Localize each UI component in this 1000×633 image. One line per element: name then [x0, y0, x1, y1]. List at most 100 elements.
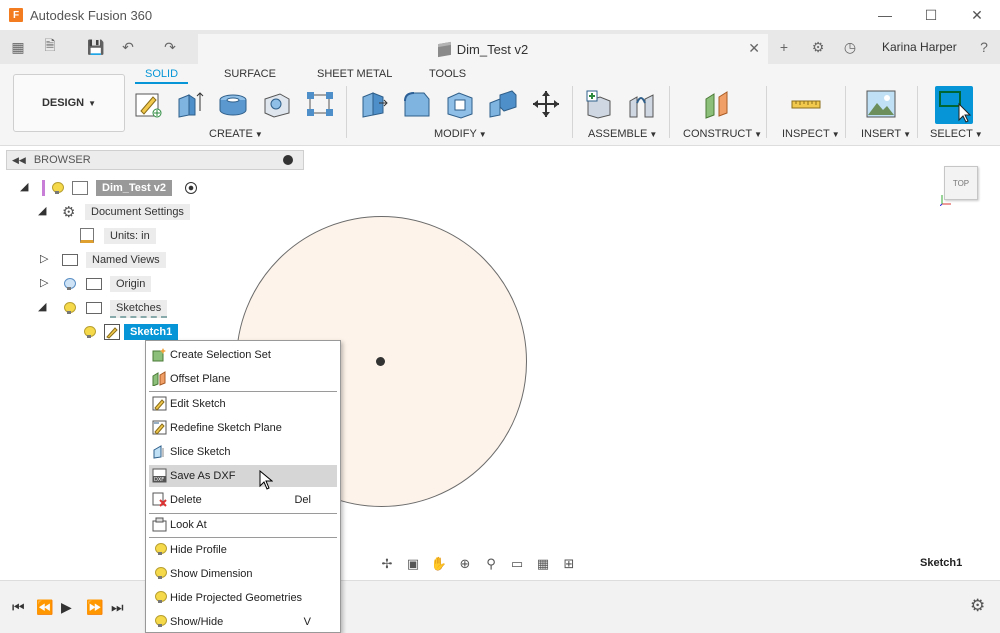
menu-item-show-dimension[interactable]: Show Dimension [149, 563, 337, 585]
hole-icon[interactable] [262, 89, 292, 119]
visibility-bulb-off-icon[interactable] [64, 278, 76, 290]
menu-item-offset-plane[interactable]: Offset Plane [149, 368, 337, 390]
insert-menu-label: INSERT [861, 128, 902, 140]
new-component-icon[interactable] [584, 89, 614, 119]
active-sketch-label: Sketch1 [920, 557, 963, 569]
user-account-name[interactable]: Karina Harper [882, 40, 957, 54]
tab-solid[interactable]: SOLID [135, 66, 189, 84]
menu-item-hide-projected-geometries[interactable]: Hide Projected Geometries [149, 587, 337, 609]
file-menu-icon[interactable]: 🗎 [40, 37, 60, 57]
circle-center-point[interactable] [376, 357, 385, 366]
create-menu[interactable]: CREATE ▼ [209, 128, 263, 140]
tree-node-root[interactable]: ◢ Dim_Test v2 [20, 178, 210, 198]
extensions-icon[interactable]: ⚙ [808, 37, 828, 57]
maximize-icon[interactable]: ☐ [908, 0, 954, 30]
visibility-bulb-icon[interactable] [64, 302, 76, 314]
menu-item-hide-profile[interactable]: Hide Profile [149, 539, 337, 561]
modify-menu[interactable]: MODIFY ▼ [434, 128, 487, 140]
job-status-clock-icon[interactable]: ◷ [840, 37, 860, 57]
pattern-icon[interactable] [305, 89, 335, 119]
viewports-icon[interactable]: ⊞ [560, 556, 578, 572]
revolve-icon[interactable] [218, 89, 248, 119]
menu-item-label: Edit Sketch [170, 398, 226, 410]
fillet-icon[interactable] [402, 89, 432, 119]
fit-icon[interactable]: ⚲ [482, 556, 500, 572]
folder-icon [86, 302, 102, 314]
delete-icon [152, 492, 167, 507]
play-icon[interactable]: ▶ [61, 599, 72, 616]
help-icon[interactable]: ? [974, 37, 994, 57]
tree-node-sketch1[interactable]: Sketch1 [80, 322, 190, 342]
inspect-menu[interactable]: INSPECT ▼ [782, 128, 840, 140]
slice-sketch-icon [153, 445, 164, 459]
triangle-collapsed-icon[interactable]: ▷ [40, 276, 48, 289]
new-tab-plus-icon[interactable]: + [774, 37, 794, 57]
insert-image-icon[interactable] [866, 89, 896, 119]
ribbon-divider [572, 86, 573, 138]
look-at-icon[interactable]: ▣ [404, 556, 422, 572]
menu-item-create-selection-set[interactable]: Create Selection Set [149, 344, 337, 366]
assemble-menu[interactable]: ASSEMBLE ▼ [588, 128, 657, 140]
tab-tools[interactable]: TOOLS [429, 66, 466, 84]
save-icon[interactable]: 💾 [86, 37, 106, 57]
tree-node-units-label: Units: in [104, 228, 156, 244]
collapse-browser-icon[interactable]: ◀◀ [12, 155, 26, 166]
create-menu-label: CREATE [209, 128, 253, 140]
select-menu[interactable]: SELECT ▼ [930, 128, 983, 140]
data-panel-grid-icon[interactable]: ▦ [8, 37, 28, 57]
tree-node-sketches[interactable]: ◢ Sketches [38, 298, 178, 318]
menu-item-redefine-sketch-plane[interactable]: Redefine Sketch Plane [149, 417, 337, 439]
close-tab-icon[interactable]: ✕ [748, 40, 760, 57]
orbit-icon[interactable]: ✢ [378, 556, 396, 572]
timeline-settings-gear-icon[interactable]: ⚙ [970, 596, 985, 616]
tab-sheet-metal[interactable]: SHEET METAL [317, 66, 392, 84]
tree-node-units[interactable]: Units: in [78, 226, 168, 246]
construct-menu[interactable]: CONSTRUCT ▼ [683, 128, 762, 140]
display-settings-icon[interactable]: ▭ [508, 556, 526, 572]
activate-component-radio-icon[interactable] [185, 182, 197, 194]
grid-snaps-icon[interactable]: ▦ [534, 556, 552, 572]
offset-plane-icon[interactable] [703, 89, 733, 119]
shell-icon[interactable] [445, 89, 475, 119]
tree-node-named-views[interactable]: ▷ Named Views [38, 250, 178, 270]
create-sketch-icon[interactable] [133, 89, 163, 119]
combine-icon[interactable] [488, 89, 518, 119]
redo-icon[interactable]: ↷ [160, 37, 180, 57]
bulb-icon [155, 543, 167, 555]
joint-icon[interactable] [627, 89, 657, 119]
triangle-expanded-icon[interactable]: ◢ [38, 300, 46, 313]
minimize-browser-icon[interactable] [283, 155, 293, 165]
move-copy-icon[interactable] [531, 89, 561, 119]
title-bar: F Autodesk Fusion 360 — ☐ ✕ [0, 0, 1000, 30]
tree-node-document-settings[interactable]: ◢ ⚙ Document Settings [38, 202, 198, 222]
menu-item-save-as-dxf[interactable]: DXF Save As DXF [149, 465, 337, 487]
select-tool[interactable] [935, 86, 973, 124]
triangle-expanded-icon[interactable]: ◢ [38, 204, 46, 217]
minimize-icon[interactable]: — [862, 0, 908, 30]
visibility-bulb-icon[interactable] [52, 182, 64, 194]
step-forward-icon[interactable]: ⏩ [86, 599, 103, 616]
go-to-start-icon[interactable]: ⏮ [12, 599, 25, 616]
undo-icon[interactable]: ↶ [118, 37, 138, 57]
menu-item-slice-sketch[interactable]: Slice Sketch [149, 441, 337, 463]
workspace-switcher-button[interactable]: DESIGN ▼ [13, 74, 125, 132]
press-pull-icon[interactable] [359, 89, 389, 119]
menu-item-look-at[interactable]: Look At [149, 514, 337, 536]
triangle-collapsed-icon[interactable]: ▷ [40, 252, 48, 265]
extrude-icon[interactable] [175, 89, 205, 119]
tree-node-origin[interactable]: ▷ Origin [38, 274, 158, 294]
step-back-icon[interactable]: ⏪ [36, 599, 53, 616]
menu-item-edit-sketch[interactable]: Edit Sketch [149, 393, 337, 415]
document-tab[interactable]: Dim_Test v2 ✕ [198, 34, 768, 64]
zoom-icon[interactable]: ⊕ [456, 556, 474, 572]
menu-item-delete[interactable]: Delete Del [149, 489, 337, 511]
measure-icon[interactable] [791, 89, 821, 119]
pan-hand-icon[interactable]: ✋ [430, 556, 448, 572]
tab-surface[interactable]: SURFACE [224, 66, 276, 84]
triangle-expanded-icon[interactable]: ◢ [20, 180, 28, 193]
menu-item-show-hide[interactable]: Show/Hide V [149, 611, 337, 633]
go-to-end-icon[interactable]: ⏭ [111, 599, 124, 616]
visibility-bulb-icon[interactable] [84, 326, 96, 338]
insert-menu[interactable]: INSERT ▼ [861, 128, 911, 140]
close-icon[interactable]: ✕ [954, 0, 1000, 30]
